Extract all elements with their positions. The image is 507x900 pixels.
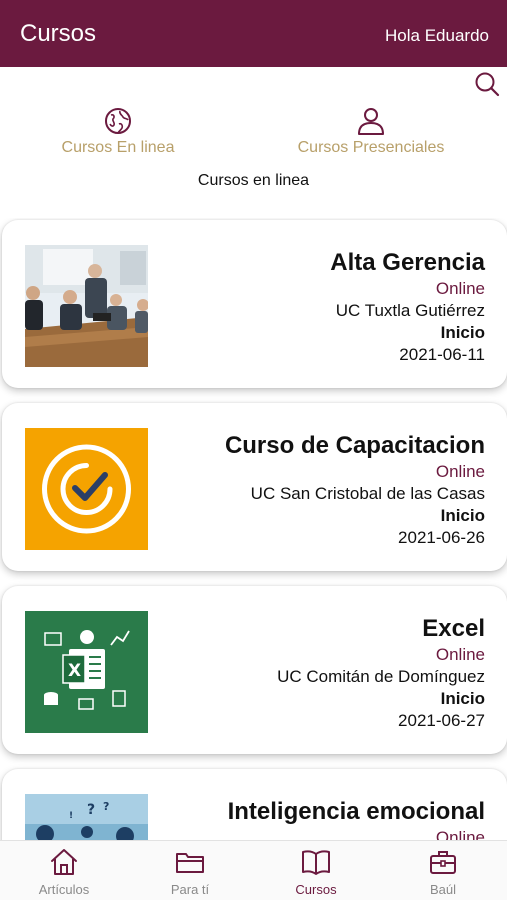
person-icon [358, 108, 384, 135]
tab-para-ti[interactable]: Para tí [135, 847, 245, 897]
home-icon [51, 849, 77, 875]
course-thumbnail [25, 428, 148, 550]
category-presencial[interactable]: Cursos Presenciales [285, 106, 457, 157]
svg-text:X: X [68, 661, 81, 681]
briefcase-icon [430, 851, 456, 874]
course-mode: Online [435, 645, 485, 664]
tab-cursos[interactable]: Cursos [261, 847, 371, 897]
course-card[interactable]: Alta Gerencia Online UC Tuxtla Gutiérrez… [2, 220, 507, 388]
course-thumbnail: X [25, 611, 148, 733]
tab-label: Cursos [295, 882, 337, 897]
course-thumbnail: ? ? ! [25, 794, 148, 840]
course-start-date: 2021-06-26 [398, 528, 485, 547]
section-label: Cursos en linea [197, 172, 310, 189]
course-info: Alta Gerencia Online UC Tuxtla Gutiérrez… [155, 248, 485, 366]
course-start-label: Inicio [440, 689, 485, 708]
course-mode: Online [435, 828, 485, 840]
category-presencial-label: Cursos Presenciales [297, 139, 445, 156]
course-start-date: 2021-06-27 [398, 711, 485, 730]
course-title: Excel [422, 615, 485, 642]
user-greeting[interactable]: Hola Eduardo [385, 26, 489, 46]
course-info: Inteligencia emocional Online [155, 797, 485, 840]
tab-label: Artículos [38, 882, 90, 897]
course-mode: Online [435, 462, 485, 481]
course-title: Alta Gerencia [330, 249, 485, 276]
course-title: Inteligencia emocional [227, 798, 485, 825]
category-online[interactable]: Cursos En linea [38, 106, 198, 157]
tab-articulos[interactable]: Artículos [9, 847, 119, 897]
bottom-tab-bar: Artículos Para tí Cursos Baúl [0, 840, 507, 900]
course-start-label: Inicio [440, 506, 485, 525]
tab-label: Baúl [429, 882, 457, 897]
tab-baul[interactable]: Baúl [388, 847, 498, 897]
tab-label: Para tí [170, 882, 210, 897]
course-info: Excel Online UC Comitán de Domínguez Ini… [155, 614, 485, 732]
search-icon [475, 72, 500, 97]
course-campus: UC Comitán de Domínguez [277, 667, 485, 686]
globe-icon [105, 108, 131, 134]
page-title: Cursos [20, 20, 97, 47]
course-card[interactable]: X Excel Online UC Comitán de Domínguez I… [2, 586, 507, 754]
app-header: Cursos Hola Eduardo [0, 0, 507, 67]
course-card[interactable]: Curso de Capacitacion Online UC San Cris… [2, 403, 507, 571]
course-campus: UC San Cristobal de las Casas [250, 484, 485, 503]
category-online-label: Cursos En linea [61, 139, 175, 156]
svg-text:?: ? [103, 800, 109, 813]
course-title: Curso de Capacitacion [224, 432, 485, 459]
course-campus: UC Tuxtla Gutiérrez [335, 301, 485, 320]
course-card[interactable]: ? ? ! Inteligencia emocional Online [2, 769, 507, 840]
svg-text:?: ? [87, 802, 95, 818]
course-thumbnail [25, 245, 148, 367]
book-icon [302, 850, 330, 875]
search-button[interactable] [473, 70, 501, 98]
course-start-date: 2021-06-11 [399, 345, 485, 364]
folder-icon [176, 853, 204, 873]
course-list[interactable]: Alta Gerencia Online UC Tuxtla Gutiérrez… [0, 218, 507, 840]
course-start-label: Inicio [440, 323, 485, 342]
course-info: Curso de Capacitacion Online UC San Cris… [155, 431, 485, 549]
course-mode: Online [435, 279, 485, 298]
svg-text:!: ! [69, 811, 73, 821]
